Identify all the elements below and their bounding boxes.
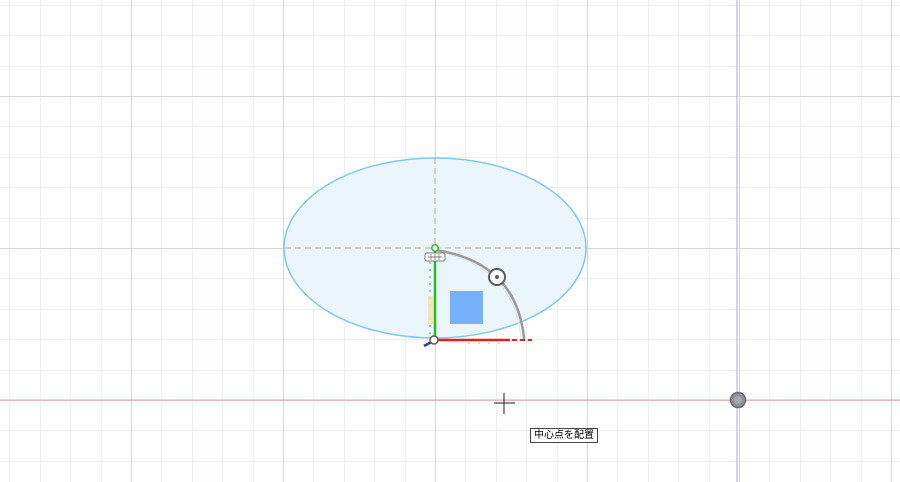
ellipse-center-point[interactable] (431, 244, 439, 252)
manipulator-origin-handle[interactable] (424, 252, 446, 262)
manipulator-base-point[interactable] (429, 335, 439, 345)
xz-plane-handle[interactable] (428, 296, 433, 324)
rotate-handle-icon[interactable] (488, 268, 506, 286)
cursor-tooltip: 中心点を配置 (530, 428, 598, 443)
origin-point-icon[interactable] (729, 391, 747, 409)
xy-plane-handle[interactable] (450, 291, 483, 324)
sketch-canvas[interactable] (0, 0, 900, 482)
crosshair-cursor-icon (494, 393, 515, 414)
